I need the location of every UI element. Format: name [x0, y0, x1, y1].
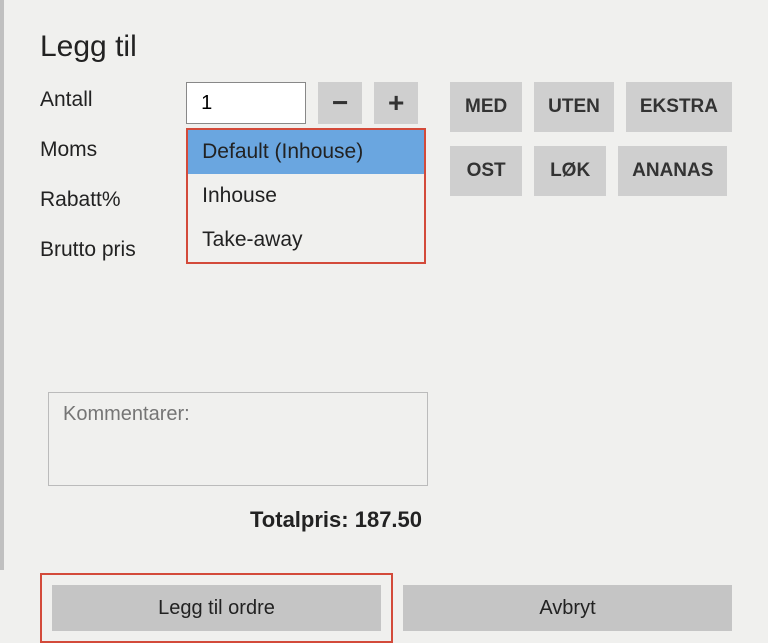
- plus-icon: +: [388, 87, 404, 119]
- modifiers-row-1: MED UTEN EKSTRA: [450, 82, 732, 132]
- label-vat: Moms: [40, 138, 154, 162]
- modifiers-column: MED UTEN EKSTRA OST LØK ANANAS: [450, 82, 732, 196]
- vat-option-default[interactable]: Default (Inhouse): [188, 130, 424, 174]
- modifier-uten[interactable]: UTEN: [534, 82, 614, 132]
- modifier-ananas[interactable]: ANANAS: [618, 146, 727, 196]
- cancel-button[interactable]: Avbryt: [403, 585, 732, 631]
- vat-option-takeaway[interactable]: Take-away: [188, 218, 424, 262]
- vat-dropdown[interactable]: Default (Inhouse) Inhouse Take-away: [186, 128, 426, 264]
- minus-icon: −: [332, 87, 348, 119]
- inputs-column: − + Default (Inhouse) Inhouse Take-away: [186, 82, 418, 124]
- total-label: Totalpris:: [250, 507, 355, 532]
- increment-button[interactable]: +: [374, 82, 418, 124]
- action-buttons-row: Legg til ordre Avbryt: [40, 573, 732, 643]
- modifier-ekstra[interactable]: EKSTRA: [626, 82, 732, 132]
- label-gross-price: Brutto pris: [40, 238, 154, 262]
- total-row: Totalpris: 187.50: [40, 507, 732, 533]
- add-button-highlight: Legg til ordre: [40, 573, 393, 643]
- total-value: 187.50: [355, 507, 422, 532]
- label-discount: Rabatt%: [40, 188, 154, 212]
- add-to-order-button[interactable]: Legg til ordre: [52, 585, 381, 631]
- label-quantity: Antall: [40, 88, 154, 112]
- comments-input[interactable]: [48, 392, 428, 486]
- quantity-input[interactable]: [186, 82, 306, 124]
- labels-column: Antall Moms Rabatt% Brutto pris: [40, 82, 154, 262]
- page-title: Legg til: [40, 30, 732, 64]
- modifier-med[interactable]: MED: [450, 82, 522, 132]
- modifiers-row-2: OST LØK ANANAS: [450, 146, 732, 196]
- quantity-row: − +: [186, 82, 418, 124]
- modifier-ost[interactable]: OST: [450, 146, 522, 196]
- vat-option-inhouse[interactable]: Inhouse: [188, 174, 424, 218]
- modifier-lok[interactable]: LØK: [534, 146, 606, 196]
- decrement-button[interactable]: −: [318, 82, 362, 124]
- form-area: Antall Moms Rabatt% Brutto pris − + Defa…: [40, 82, 732, 262]
- cancel-button-wrap: Avbryt: [403, 573, 732, 643]
